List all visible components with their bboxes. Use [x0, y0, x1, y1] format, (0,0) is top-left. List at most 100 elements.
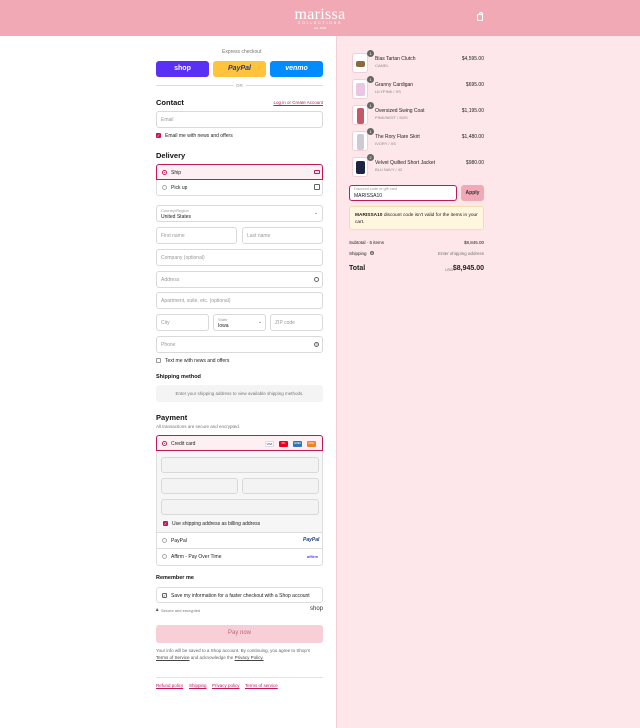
- total-label: Total: [349, 265, 366, 272]
- discover-icon: DISC: [307, 441, 316, 447]
- shop-pay-label: shop: [174, 65, 191, 72]
- email-field[interactable]: Email: [156, 111, 323, 128]
- chevron-down-icon: ⌄: [258, 319, 263, 325]
- product-image: [357, 108, 364, 124]
- remember-me-heading: Remember me: [156, 575, 194, 581]
- save-info-checkbox[interactable]: ✓: [162, 593, 167, 598]
- card-form: ✓ Use shipping address as billing addres…: [156, 451, 323, 532]
- state-select[interactable]: State Iowa ⌄: [213, 314, 266, 331]
- venmo-label: venmo: [285, 65, 308, 72]
- site-header: marissa COLLECTIONS est. 1996: [0, 0, 640, 36]
- shop-pay-button[interactable]: shop: [156, 61, 209, 77]
- venmo-button[interactable]: venmo: [270, 61, 323, 77]
- billing-same-checkbox[interactable]: ✓: [163, 521, 168, 526]
- shopping-bag-icon[interactable]: [477, 12, 483, 21]
- ship-label: Ship: [171, 170, 182, 176]
- country-select[interactable]: Country/Region United States ⌄: [156, 205, 323, 222]
- paypal-radio[interactable]: [162, 538, 167, 543]
- apartment-field[interactable]: Apartment, suite, etc. (optional): [156, 292, 323, 309]
- cart-item-thumb: 1: [352, 102, 374, 125]
- quantity-badge: 1: [367, 50, 374, 57]
- legal-connector: and acknowledge the: [190, 655, 234, 660]
- card-expiry-field[interactable]: [161, 478, 238, 494]
- address-placeholder: Address: [161, 277, 180, 283]
- help-icon[interactable]: ?: [314, 342, 319, 347]
- footer-divider: [156, 677, 323, 678]
- affirm-radio[interactable]: [162, 554, 167, 559]
- pickup-radio[interactable]: [162, 185, 167, 190]
- cart-item-name: Oversized Swing Coat: [375, 108, 425, 114]
- cart-item-thumb: 1: [352, 50, 374, 73]
- paypal-label: PayPal: [228, 65, 251, 72]
- paypal-payment-option[interactable]: PayPal PayPal: [156, 532, 323, 549]
- cart-item-price: $1,480.00: [461, 134, 484, 140]
- phone-placeholder: Phone: [161, 342, 176, 348]
- newsletter-checkbox[interactable]: ✓: [156, 133, 161, 138]
- last-name-field[interactable]: Last name: [242, 227, 323, 244]
- search-icon: [314, 277, 319, 282]
- first-name-placeholder: First name: [161, 233, 185, 239]
- shipping-link[interactable]: Shipping: [189, 683, 207, 688]
- country-label: Country/Region: [161, 208, 189, 213]
- brand-established: est. 1996: [313, 26, 327, 30]
- pay-now-button[interactable]: Pay now: [156, 625, 323, 643]
- product-image: [356, 161, 365, 174]
- cart-item-thumb: 2: [352, 154, 374, 177]
- card-cvv-field[interactable]: [242, 478, 319, 494]
- billing-same-label: Use shipping address as billing address: [172, 521, 261, 527]
- ship-option[interactable]: Ship: [156, 164, 323, 180]
- shipping-method-placeholder: Enter your shipping address to view avai…: [175, 391, 304, 396]
- subtotal-label: Subtotal · 5 items: [349, 240, 385, 245]
- company-field[interactable]: Company (optional): [156, 249, 323, 266]
- total-value: $8,945.00: [452, 265, 484, 272]
- terms-of-service-link[interactable]: Terms of service: [245, 683, 278, 688]
- apply-button[interactable]: Apply: [461, 185, 484, 201]
- ship-radio[interactable]: [162, 170, 167, 175]
- paypal-button[interactable]: PayPal: [213, 61, 266, 77]
- text-offers-checkbox[interactable]: [156, 358, 161, 363]
- zip-field[interactable]: ZIP code: [270, 314, 323, 331]
- legal-text-line1: Your info will be saved to a Shop accoun…: [156, 648, 311, 653]
- payment-subtitle: All transactions are secure and encrypte…: [156, 424, 241, 429]
- legal-text-line2: Terms of Service and acknowledge the Pri…: [156, 655, 264, 660]
- phone-field[interactable]: Phone ?: [156, 336, 323, 353]
- privacy-policy-link[interactable]: Privacy policy: [212, 683, 240, 688]
- shipping-value: Enter shipping address: [437, 251, 484, 256]
- pickup-option[interactable]: Pick up: [156, 180, 323, 196]
- affirm-label: Affirm - Pay Over Time: [171, 554, 222, 560]
- lock-icon: 🔒︎: [156, 607, 159, 612]
- terms-link[interactable]: Terms of Service: [156, 655, 190, 660]
- truck-icon: [314, 170, 320, 174]
- mastercard-icon: MC: [279, 441, 288, 447]
- amex-icon: AMEX: [293, 441, 302, 447]
- affirm-logo-icon: affirm: [307, 554, 319, 559]
- refund-policy-link[interactable]: Refund policy: [156, 683, 183, 688]
- payment-heading: Payment: [156, 413, 188, 422]
- help-icon[interactable]: ?: [370, 251, 374, 255]
- zip-placeholder: ZIP code: [275, 320, 295, 326]
- discount-code-field[interactable]: Discount code or gift card MARISSA10: [349, 185, 457, 201]
- login-link[interactable]: Log in or Create Account: [273, 100, 323, 105]
- pay-now-label: Pay now: [227, 630, 251, 636]
- cart-item-price: $4,595.00: [461, 56, 484, 62]
- discount-error-code: MARISSA10: [355, 213, 383, 218]
- quantity-badge: 2: [367, 154, 374, 161]
- brand-subtitle: COLLECTIONS: [297, 21, 343, 25]
- affirm-option[interactable]: Affirm - Pay Over Time affirm: [156, 549, 323, 566]
- divider-left: [156, 85, 234, 86]
- shipping-label: Shipping: [349, 251, 367, 256]
- apartment-placeholder: Apartment, suite, etc. (optional): [161, 298, 231, 304]
- cart-item-variant: CAMEL: [375, 63, 389, 68]
- contact-heading: Contact: [156, 98, 184, 107]
- first-name-field[interactable]: First name: [156, 227, 237, 244]
- privacy-link[interactable]: Privacy Policy.: [235, 655, 264, 660]
- card-number-field[interactable]: [161, 457, 319, 473]
- credit-card-option[interactable]: Credit card VISA MC AMEX DISC: [156, 435, 323, 451]
- cart-item-variant: IVORY / XS: [375, 141, 396, 146]
- address-field[interactable]: Address: [156, 271, 323, 288]
- city-field[interactable]: City: [156, 314, 209, 331]
- save-info-box[interactable]: ✓ Save my information for a faster check…: [156, 587, 323, 603]
- state-label: State: [218, 317, 228, 322]
- credit-card-radio[interactable]: [162, 441, 167, 446]
- card-name-field[interactable]: [161, 499, 319, 515]
